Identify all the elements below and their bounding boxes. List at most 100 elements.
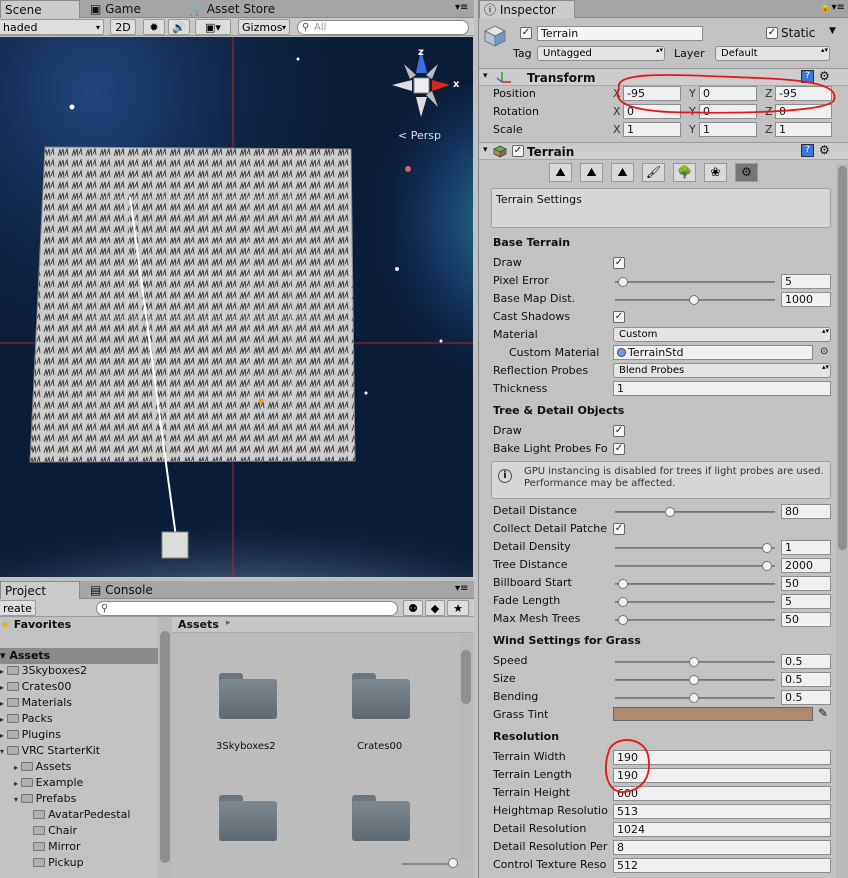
lighting-toggle-icon[interactable]: ✹ bbox=[143, 19, 165, 35]
folder-icon bbox=[6, 682, 19, 691]
tab-asset-store[interactable]: 🛒 Asset Store bbox=[184, 0, 294, 18]
tree-item-label: AvatarPedestal bbox=[48, 808, 131, 821]
console-icon: ▤ bbox=[90, 583, 106, 597]
folder-icon bbox=[6, 714, 19, 723]
2d-toggle[interactable]: 2D bbox=[110, 19, 136, 35]
tree-item[interactable]: Chair bbox=[28, 824, 77, 837]
folder-icon[interactable] bbox=[219, 673, 277, 719]
tree-item-label: Prefabs bbox=[35, 792, 77, 805]
scene-search-input[interactable]: ⚲ All bbox=[297, 20, 469, 35]
folder-icon bbox=[20, 762, 33, 771]
folder-icon bbox=[6, 730, 19, 739]
gizmo-x-label: x bbox=[453, 79, 460, 90]
expand-arrow-icon: ▸ bbox=[14, 779, 21, 788]
folder-icon bbox=[6, 698, 19, 707]
dropdown-arrow-icon: ▾ bbox=[95, 23, 100, 32]
tab-console[interactable]: ▤ Console bbox=[86, 581, 176, 599]
search-icon: ⚲ bbox=[101, 603, 109, 614]
favorite-star-icon[interactable]: ★ bbox=[447, 600, 469, 616]
filter-label-icon[interactable]: ◆ bbox=[425, 600, 445, 616]
tree-item-label: Mirror bbox=[48, 840, 81, 853]
tree-item[interactable]: AvatarPedestal bbox=[28, 808, 130, 821]
tree-item-label: Plugins bbox=[21, 728, 61, 741]
inspector-panel: ⓘ Inspector 🔒▾≡ ✓ Terrain ✓ Static ▼ Tag… bbox=[478, 0, 848, 878]
tree-item-label: Crates00 bbox=[21, 680, 72, 693]
expand-arrow-icon: ▸ bbox=[14, 763, 21, 772]
tree-item-label: Packs bbox=[21, 712, 53, 725]
folder-icon bbox=[6, 746, 19, 755]
filter-type-icon[interactable]: ⚉ bbox=[403, 600, 423, 616]
expand-arrow-icon: ▾ bbox=[14, 795, 21, 804]
tree-item[interactable]: ▾ VRC StarterKit bbox=[0, 744, 100, 757]
tree-item-label: Materials bbox=[21, 696, 72, 709]
asset-label: Crates00 bbox=[357, 741, 403, 752]
folder-icon[interactable] bbox=[352, 795, 410, 841]
red-annotation-marks bbox=[604, 74, 836, 793]
scene-viewport-graphic bbox=[0, 37, 473, 577]
panel-menu-icon[interactable]: ▾≡ bbox=[455, 2, 468, 13]
tree-item[interactable]: Pickup bbox=[28, 856, 84, 869]
expand-arrow-icon: ▾ bbox=[0, 747, 7, 756]
folder-icon bbox=[33, 810, 46, 819]
expand-arrow-icon: ▸ bbox=[0, 667, 7, 676]
project-search-input[interactable]: ⚲ bbox=[96, 601, 398, 616]
effects-dropdown-icon[interactable]: ▣▾ bbox=[195, 19, 231, 35]
thumbnail-size-thumb[interactable] bbox=[448, 858, 458, 868]
tree-item-label: VRC StarterKit bbox=[21, 744, 101, 757]
folder-icon bbox=[33, 826, 46, 835]
tree-item[interactable]: ▸ Plugins bbox=[0, 728, 61, 741]
expand-arrow-icon: ▾ bbox=[0, 649, 10, 662]
expand-arrow-icon: ▸ bbox=[0, 731, 7, 740]
scene-toolbar: haded ▾ 2D ✹ 🔊 ▣▾ Gizmos ▾ ⚲ All bbox=[0, 18, 474, 36]
expand-arrow-icon: ▸ bbox=[0, 683, 7, 692]
folder-icon[interactable] bbox=[219, 795, 277, 841]
tree-item-label: Example bbox=[35, 776, 84, 789]
persp-label[interactable]: < Persp bbox=[398, 129, 441, 142]
gizmos-dropdown[interactable]: Gizmos ▾ bbox=[238, 19, 290, 35]
expand-arrow-icon: ▸ bbox=[0, 699, 7, 708]
audio-toggle-icon[interactable]: 🔊 bbox=[168, 19, 190, 35]
assets-scrollbar[interactable] bbox=[459, 634, 473, 860]
search-icon: ⚲ bbox=[302, 22, 310, 33]
favorites-header[interactable]: ★ Favorites bbox=[0, 618, 71, 631]
tab-scene[interactable]: Scene bbox=[0, 0, 80, 18]
scene-tab-bar: Scene ▣ Game 🛒 Asset Store ▾≡ bbox=[0, 0, 474, 18]
assets-selected-row[interactable]: ▾ Assets bbox=[0, 648, 158, 664]
shading-mode-dropdown[interactable]: haded ▾ bbox=[0, 19, 104, 35]
tree-item[interactable]: ▾ Prefabs bbox=[14, 792, 76, 805]
tab-scene-label: Scene bbox=[5, 3, 42, 17]
folder-icon[interactable] bbox=[352, 673, 410, 719]
tab-project[interactable]: Project bbox=[0, 581, 80, 599]
breadcrumb-arrow-icon: ▸ bbox=[226, 618, 231, 628]
tree-item[interactable]: ▸ 3Skyboxes2 bbox=[0, 664, 87, 677]
game-icon: ▣ bbox=[90, 2, 106, 16]
folder-icon bbox=[6, 666, 19, 675]
tree-item[interactable]: ▸ Assets bbox=[14, 760, 71, 773]
gizmo-z-label: z bbox=[418, 47, 424, 58]
asset-label: 3Skyboxes2 bbox=[216, 741, 276, 752]
scene-view[interactable]: z x < Persp bbox=[0, 37, 473, 577]
assets-breadcrumb: Assets ▸ bbox=[172, 617, 474, 633]
folder-icon bbox=[33, 858, 46, 867]
folder-icon bbox=[33, 842, 46, 851]
expand-arrow-icon: ▸ bbox=[0, 715, 7, 724]
folder-icon bbox=[20, 794, 33, 803]
tree-item[interactable]: ▸ Materials bbox=[0, 696, 72, 709]
tree-item[interactable]: ▸ Crates00 bbox=[0, 680, 71, 693]
tree-scrollbar[interactable] bbox=[158, 617, 172, 878]
star-icon: ★ bbox=[0, 618, 10, 631]
tree-item[interactable]: ▸ Packs bbox=[0, 712, 53, 725]
create-dropdown[interactable]: reate ▾ bbox=[0, 600, 36, 616]
tree-item-label: Assets bbox=[35, 760, 72, 773]
project-assets-grid: Assets ▸ 3Skyboxes2 Crates00 bbox=[172, 617, 474, 878]
panel-menu-icon[interactable]: ▾≡ bbox=[455, 583, 468, 594]
tab-game[interactable]: ▣ Game bbox=[86, 0, 166, 18]
store-icon: 🛒 bbox=[188, 2, 207, 16]
folder-icon bbox=[20, 778, 33, 787]
tree-item[interactable]: Mirror bbox=[28, 840, 81, 853]
tree-item-label: 3Skyboxes2 bbox=[21, 664, 88, 677]
tree-item[interactable]: ▸ Example bbox=[14, 776, 83, 789]
project-toolbar: reate ▾ ⚲ ⚉ ◆ ★ bbox=[0, 599, 474, 617]
project-tab-bar: Project ▤ Console ▾≡ bbox=[0, 581, 474, 599]
project-folder-tree: ★ Favorites ▾ Assets ▸ 3Skyboxes2 ▸ Crate… bbox=[0, 617, 158, 878]
